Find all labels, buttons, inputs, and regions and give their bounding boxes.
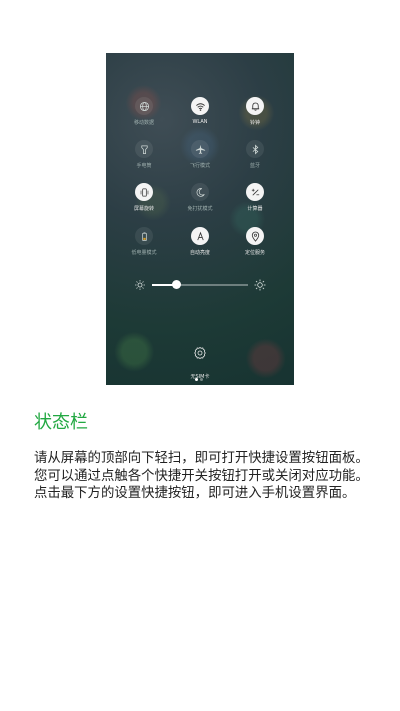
- section-title: 状态栏: [34, 412, 88, 433]
- tile-flashlight[interactable]: 手电筒: [113, 140, 175, 169]
- brightness-knob[interactable]: [171, 280, 181, 289]
- tile-do-not-disturb[interactable]: 免打扰模式: [169, 183, 231, 212]
- tile-wlan[interactable]: WLAN: [169, 97, 231, 125]
- tile-location[interactable]: 定位服务: [224, 227, 286, 256]
- tile-label: 低电量模式: [131, 250, 157, 256]
- tile-label: 屏幕旋转: [133, 206, 154, 212]
- tile-label: 自动亮度: [189, 250, 210, 256]
- sun-high-icon: [254, 279, 266, 291]
- calculator-icon: [246, 183, 264, 201]
- tile-screen-rotation[interactable]: 屏幕旋转: [113, 183, 175, 212]
- tile-low-power[interactable]: 低电量模式: [113, 227, 175, 256]
- sun-low-icon: [135, 280, 145, 290]
- phone-screenshot: 移动数据 WLAN 铃钟 手电筒 飞行模式 蓝牙 屏幕旋转 免打扰模式 计算器 …: [106, 53, 294, 385]
- auto-brightness-icon: [191, 227, 209, 245]
- settings-gear-icon[interactable]: [193, 346, 207, 360]
- tile-auto-brightness[interactable]: 自动亮度: [169, 227, 231, 256]
- tile-label: 免打扰模式: [187, 206, 213, 212]
- description-paragraph: 请从屏幕的顶部向下轻扫，即可打开快捷设置按钮面板。您可以通过点触各个快捷开关按钮…: [34, 451, 369, 501]
- tile-ringer[interactable]: 铃钟: [224, 97, 286, 126]
- globe-icon: [135, 97, 153, 115]
- tile-label: WLAN: [192, 119, 208, 125]
- bluetooth-icon: [246, 140, 264, 158]
- tile-label: 手电筒: [136, 163, 152, 169]
- tile-calculator[interactable]: 计算器: [224, 183, 286, 212]
- location-pin-icon: [246, 227, 264, 245]
- brightness-slider[interactable]: [134, 279, 266, 291]
- flashlight-icon: [135, 140, 153, 158]
- bell-icon: [246, 97, 264, 115]
- sim-status: 无SIM卡: [190, 374, 210, 380]
- tile-label: 移动数据: [133, 120, 154, 126]
- tile-bluetooth[interactable]: 蓝牙: [224, 140, 286, 169]
- tile-label: 定位服务: [244, 250, 265, 256]
- moon-icon: [191, 183, 209, 201]
- tile-label: 飞行模式: [189, 163, 210, 169]
- tile-label: 蓝牙: [249, 163, 260, 169]
- battery-icon: [135, 227, 153, 245]
- wifi-icon: [191, 97, 209, 115]
- rotate-icon: [135, 183, 153, 201]
- tile-label: 铃钟: [249, 120, 260, 126]
- tile-mobile-data[interactable]: 移动数据: [113, 97, 175, 126]
- tile-airplane[interactable]: 飞行模式: [169, 140, 231, 169]
- airplane-icon: [191, 140, 209, 158]
- tile-label: 计算器: [247, 206, 263, 212]
